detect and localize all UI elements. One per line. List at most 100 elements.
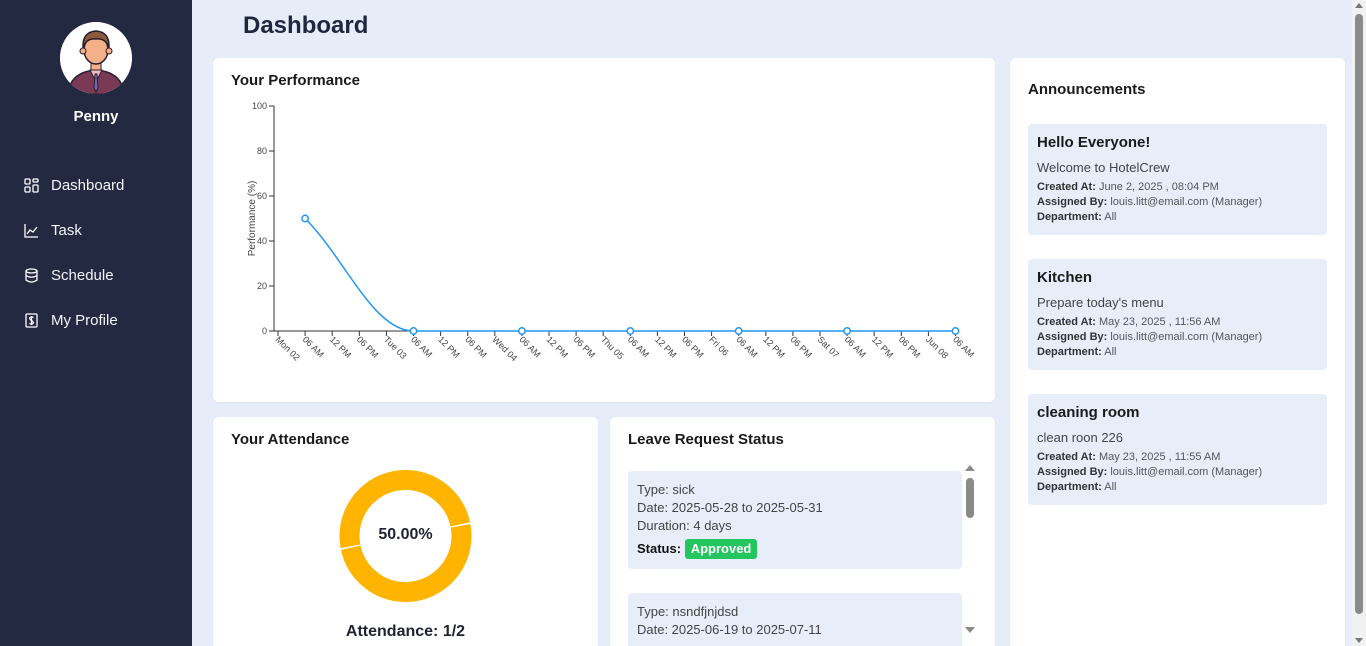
y-tick-label: 0: [262, 326, 267, 336]
database-icon: [24, 268, 39, 283]
y-tick-label: 20: [257, 281, 267, 291]
user-name: Penny: [73, 108, 119, 125]
announcement-created: Created At: May 23, 2025 , 11:55 AM: [1037, 451, 1221, 463]
avatar-image: [60, 22, 132, 94]
x-tick-label: 06 AM: [517, 334, 542, 359]
grid-icon: [24, 178, 39, 193]
scroll-up-arrow-icon[interactable]: [1355, 3, 1363, 8]
leave-date: Date: 2025-05-28 to 2025-05-31: [637, 500, 823, 515]
leave-type: Type: sick: [637, 482, 695, 497]
dollar-file-icon: [24, 313, 39, 328]
page-scrollbar[interactable]: [1352, 0, 1366, 646]
sidebar-item-schedule[interactable]: Schedule: [0, 253, 192, 298]
y-tick-label: 100: [252, 101, 267, 111]
x-tick-label: 06 AM: [951, 334, 976, 359]
announcements-title: Announcements: [1028, 81, 1146, 98]
x-tick-label: 12 PM: [870, 334, 895, 359]
announcement-title: Hello Everyone!: [1037, 134, 1151, 151]
leave-request-title: Leave Request Status: [628, 431, 784, 448]
announcement-description: Welcome to HotelCrew: [1037, 160, 1170, 175]
x-tick-label: 06 PM: [680, 334, 705, 359]
performance-data-point: [951, 327, 960, 335]
x-tick-label: Thu 05: [599, 334, 626, 361]
x-tick-label: 12 PM: [545, 334, 570, 359]
announcement-title: Kitchen: [1037, 269, 1093, 286]
announcement-created: Created At: June 2, 2025 , 08:04 PM: [1037, 181, 1219, 193]
status-badge: Approved: [684, 539, 758, 559]
attendance-donut: [339, 470, 472, 602]
x-tick-label: 06 AM: [843, 334, 868, 359]
announcement-item[interactable]: cleaning room clean roon 226 Created At:…: [1028, 394, 1327, 505]
x-tick-label: 06 AM: [626, 334, 651, 359]
announcement-item[interactable]: Kitchen Prepare today's menu Created At:…: [1028, 259, 1327, 370]
performance-data-point: [301, 214, 310, 223]
attendance-card: Your Attendance 50.00% Attendance: 1/2: [213, 417, 598, 646]
performance-data-point: [517, 327, 526, 335]
page-title: Dashboard: [243, 12, 369, 39]
x-tick-label: 06 PM: [897, 334, 922, 359]
performance-series-line: [304, 217, 956, 332]
x-tick-label: 06 PM: [355, 334, 380, 359]
x-tick-label: Mon 02: [274, 334, 302, 362]
performance-data-point: [409, 327, 418, 335]
announcements-card: Announcements Hello Everyone! Welcome to…: [1010, 58, 1345, 646]
sidebar-item-label: Dashboard: [51, 177, 125, 194]
scroll-down-arrow-icon[interactable]: [965, 627, 975, 633]
announcement-assigned: Assigned By: louis.litt@email.com (Manag…: [1037, 466, 1263, 478]
leave-request-card: Leave Request Status Type: sick Date: 20…: [610, 417, 995, 646]
sidebar-item-my-profile[interactable]: My Profile: [0, 298, 192, 343]
x-tick-label: Fri 06: [707, 334, 730, 357]
x-tick-label: 12 PM: [653, 334, 678, 359]
sidebar-item-dashboard[interactable]: Dashboard: [0, 163, 192, 208]
x-tick-label: 12 PM: [328, 334, 353, 359]
leave-type: Type: nsndfjnjdsd: [637, 604, 739, 619]
attendance-percent: 50.00%: [378, 526, 433, 543]
sidebar: Penny Dashboard Task Schedule My Profile: [0, 0, 192, 646]
scroll-up-arrow-icon[interactable]: [965, 465, 975, 471]
x-tick-label: Tue 03: [382, 334, 409, 361]
announcement-description: Prepare today's menu: [1037, 295, 1164, 310]
x-tick-label: 12 PM: [436, 334, 461, 359]
avatar[interactable]: [60, 22, 132, 94]
announcement-item[interactable]: Hello Everyone! Welcome to HotelCrew Cre…: [1028, 124, 1327, 235]
attendance-count: Attendance: 1/2: [345, 623, 466, 640]
performance-data-point: [843, 327, 852, 335]
x-tick-label: Sat 07: [816, 334, 841, 359]
x-tick-label: Wed 04: [490, 334, 519, 363]
announcement-created: Created At: May 23, 2025 , 11:56 AM: [1037, 316, 1221, 328]
leave-duration: Duration: 4 days: [637, 518, 732, 533]
announcement-assigned: Assigned By: louis.litt@email.com (Manag…: [1037, 196, 1263, 208]
announcement-assigned: Assigned By: louis.litt@email.com (Manag…: [1037, 331, 1263, 343]
x-tick-label: 06 PM: [572, 334, 597, 359]
performance-data-point: [626, 327, 635, 335]
sidebar-item-label: My Profile: [51, 312, 118, 329]
scroll-down-arrow-icon[interactable]: [1355, 638, 1363, 643]
leave-request-item: Type: nsndfjnjdsd Date: 2025-06-19 to 20…: [628, 593, 962, 646]
performance-card: Your Performance 0 20 40 60 80 100 Performance…: [213, 58, 995, 402]
leave-date: Date: 2025-06-19 to 2025-07-11: [637, 622, 822, 637]
announcement-department: Department: All: [1037, 346, 1117, 358]
announcement-department: Department: All: [1037, 481, 1117, 493]
leave-request-list[interactable]: Type: sick Date: 2025-05-28 to 2025-05-3…: [628, 471, 962, 646]
x-tick-label: 12 PM: [761, 334, 786, 359]
announcement-department: Department: All: [1037, 211, 1117, 223]
y-tick-label: 40: [257, 236, 267, 246]
sidebar-nav: Dashboard Task Schedule My Profile: [0, 163, 192, 343]
x-tick-label: Jun 08: [924, 334, 950, 360]
y-tick-label: 80: [257, 146, 267, 156]
leave-request-item: Type: sick Date: 2025-05-28 to 2025-05-3…: [628, 471, 962, 569]
x-tick-label: 06 PM: [788, 334, 813, 359]
leave-status-row: Status: Approved: [637, 539, 953, 559]
y-axis-label: Performance (%): [247, 181, 258, 257]
x-tick-label: 06 AM: [409, 334, 434, 359]
leave-list-scrollbar[interactable]: [965, 465, 975, 633]
performance-chart: 020406080100Performance (%)Mon 0206 AM 12…: [247, 101, 976, 363]
sidebar-item-label: Task: [51, 222, 82, 239]
page-scroll-thumb[interactable]: [1355, 14, 1363, 614]
x-tick-label: 06 AM: [301, 334, 326, 359]
sidebar-item-task[interactable]: Task: [0, 208, 192, 253]
scroll-thumb[interactable]: [966, 478, 974, 518]
announcement-title: cleaning room: [1037, 404, 1140, 421]
x-tick-label: 06 AM: [734, 334, 759, 359]
y-tick-label: 60: [257, 191, 267, 201]
